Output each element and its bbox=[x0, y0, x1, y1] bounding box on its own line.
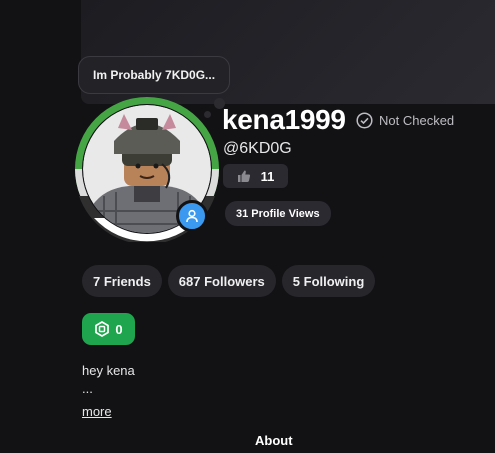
tooltip-text: Im Probably 7KD0G... bbox=[93, 68, 216, 82]
following-button[interactable]: 5 Following bbox=[281, 265, 376, 297]
status-tooltip: Im Probably 7KD0G... bbox=[78, 56, 231, 94]
user-handle: @6KD0G bbox=[223, 140, 292, 157]
bio-ellipsis: ... bbox=[82, 381, 93, 396]
robux-amount: 0 bbox=[115, 321, 123, 337]
bio-more-link[interactable]: more bbox=[82, 404, 112, 419]
profile-views-badge: 31 Profile Views bbox=[225, 201, 331, 226]
verification-label: Not Checked bbox=[379, 113, 455, 128]
likes-count: 11 bbox=[260, 168, 275, 184]
profile-views-label: 31 Profile Views bbox=[236, 207, 320, 220]
username: kena1999 bbox=[222, 104, 346, 135]
robux-button[interactable]: 0 bbox=[82, 313, 135, 345]
social-stats: 7 Friends 687 Followers 5 Following bbox=[82, 265, 376, 297]
robux-icon bbox=[95, 321, 110, 337]
likes-button[interactable]: 11 bbox=[223, 164, 288, 188]
profile-bio: hey kena ... bbox=[82, 362, 135, 398]
verification-status: Not Checked bbox=[356, 112, 454, 129]
bio-line: hey kena bbox=[82, 363, 135, 378]
user-icon-badge[interactable] bbox=[176, 200, 208, 232]
friends-button[interactable]: 7 Friends bbox=[82, 265, 162, 297]
user-icon bbox=[186, 209, 198, 223]
followers-button[interactable]: 687 Followers bbox=[167, 265, 276, 297]
thumbs-up-icon bbox=[237, 170, 250, 182]
about-heading[interactable]: About bbox=[255, 433, 293, 448]
check-circle-icon bbox=[356, 112, 373, 129]
